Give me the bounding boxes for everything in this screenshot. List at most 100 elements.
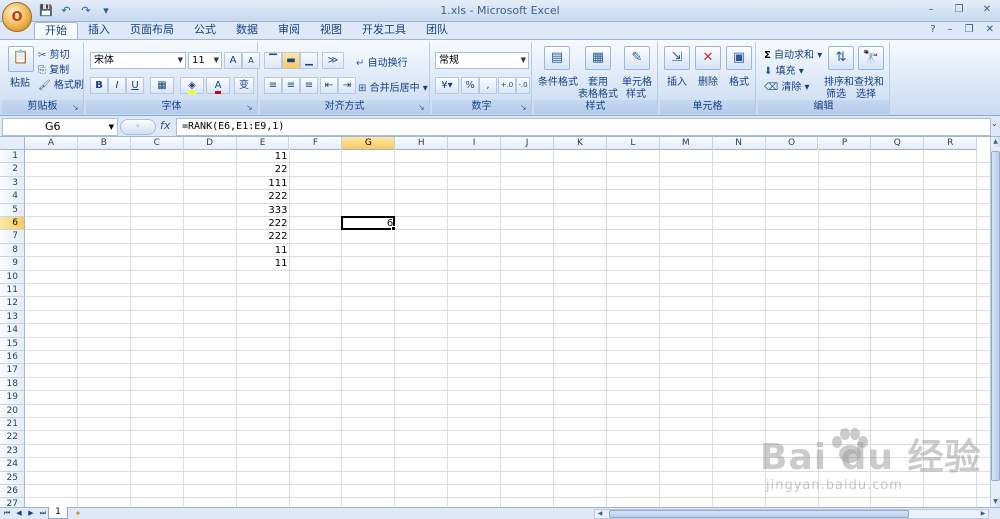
insert-cells-button[interactable]: 插入 bbox=[667, 73, 687, 88]
cell-e7[interactable]: 222 bbox=[237, 230, 290, 243]
vertical-scroll-thumb[interactable] bbox=[991, 151, 1000, 481]
format-painter-button[interactable]: 🖌 格式刷 bbox=[38, 76, 84, 91]
column-header-l[interactable]: L bbox=[606, 137, 660, 150]
scroll-down-icon[interactable]: ▼ bbox=[991, 497, 1000, 507]
row-header-22[interactable]: 22 bbox=[0, 431, 25, 445]
format-cells-icon[interactable]: ▣ bbox=[726, 46, 752, 70]
row-header-7[interactable]: 7 bbox=[0, 230, 25, 244]
cell-e6[interactable]: 222 bbox=[237, 217, 290, 230]
scroll-up-icon[interactable]: ▲ bbox=[991, 137, 1000, 147]
column-header-q[interactable]: Q bbox=[871, 137, 925, 150]
borders-button[interactable]: ▦ bbox=[150, 77, 174, 94]
row-header-12[interactable]: 12 bbox=[0, 297, 25, 311]
delete-cells-button[interactable]: 删除 bbox=[698, 73, 718, 88]
ribbon-restore-icon[interactable]: ❐ bbox=[965, 24, 974, 35]
scroll-right-icon[interactable]: ▶ bbox=[978, 510, 988, 518]
row-header-17[interactable]: 17 bbox=[0, 364, 25, 378]
column-header-d[interactable]: D bbox=[183, 137, 237, 150]
row-header-18[interactable]: 18 bbox=[0, 377, 25, 392]
align-bottom-button[interactable]: ▁ bbox=[300, 52, 318, 69]
row-header-5[interactable]: 5 bbox=[0, 203, 25, 217]
row-header-14[interactable]: 14 bbox=[0, 324, 25, 338]
scroll-left-icon[interactable]: ◀ bbox=[595, 510, 605, 518]
clear-button[interactable]: ⌫ 清除 ▾ bbox=[764, 78, 810, 93]
align-left-button[interactable]: ≡ bbox=[264, 77, 282, 94]
row-header-1[interactable]: 1 bbox=[0, 150, 25, 164]
decrease-indent-button[interactable]: ⇤ bbox=[320, 77, 338, 94]
fill-color-button[interactable]: ◈ bbox=[180, 77, 204, 94]
decrease-decimal-button[interactable]: -.0 bbox=[516, 77, 530, 94]
column-header-k[interactable]: K bbox=[554, 137, 607, 150]
tab-team[interactable]: 团队 bbox=[416, 22, 458, 39]
bold-button[interactable]: B bbox=[90, 77, 108, 94]
last-sheet-icon[interactable]: ⏭ bbox=[38, 508, 48, 519]
align-top-button[interactable]: ▔ bbox=[264, 52, 282, 69]
orientation-button[interactable]: ≫ bbox=[322, 52, 344, 69]
conditional-format-icon[interactable]: ▤ bbox=[544, 46, 570, 70]
phonetic-button[interactable]: 变 bbox=[234, 77, 254, 94]
workbook-close-icon[interactable]: ✕ bbox=[986, 24, 994, 35]
shrink-font-button[interactable]: A bbox=[242, 52, 260, 69]
font-launcher-icon[interactable]: ↘ bbox=[246, 103, 255, 112]
cell-e9[interactable]: 11 bbox=[237, 257, 290, 270]
increase-indent-button[interactable]: ⇥ bbox=[338, 77, 356, 94]
font-size-select[interactable]: 11 ▼ bbox=[188, 52, 222, 69]
row-header-21[interactable]: 21 bbox=[0, 418, 25, 432]
column-header-p[interactable]: P bbox=[818, 137, 872, 150]
row-header-24[interactable]: 24 bbox=[0, 458, 25, 472]
row-header-2[interactable]: 2 bbox=[0, 163, 25, 177]
minimize-icon[interactable]: – bbox=[924, 3, 938, 17]
italic-button[interactable]: I bbox=[108, 77, 126, 94]
wrap-text-button[interactable]: ↵ 自动换行 bbox=[356, 54, 408, 69]
select-all-corner[interactable] bbox=[0, 137, 25, 150]
cell-e1[interactable]: 11 bbox=[237, 150, 290, 163]
column-header-f[interactable]: F bbox=[289, 137, 343, 150]
column-header-m[interactable]: M bbox=[659, 137, 713, 150]
paste-button[interactable]: 粘贴 bbox=[10, 74, 30, 89]
column-header-j[interactable]: J bbox=[501, 137, 554, 150]
column-header-c[interactable]: C bbox=[130, 137, 184, 150]
name-box[interactable]: G6 ▼ bbox=[2, 118, 118, 136]
cell-e4[interactable]: 222 bbox=[237, 190, 290, 203]
column-header-i[interactable]: I bbox=[448, 137, 502, 150]
cell-e3[interactable]: 111 bbox=[237, 177, 290, 190]
expand-formula-icon[interactable]: ⌄ bbox=[991, 119, 999, 128]
copy-button[interactable]: ⎘ 复制 bbox=[38, 61, 69, 76]
format-cells-button[interactable]: 格式 bbox=[729, 73, 749, 88]
vertical-scrollbar[interactable]: ▲ ▼ bbox=[990, 137, 1000, 507]
row-header-8[interactable]: 8 bbox=[0, 243, 25, 258]
cell-e2[interactable]: 22 bbox=[237, 163, 290, 176]
paste-icon[interactable]: 📋 bbox=[8, 46, 34, 72]
tab-page-layout[interactable]: 页面布局 bbox=[120, 22, 184, 39]
find-select-icon[interactable]: 🔭 bbox=[858, 46, 884, 70]
office-button[interactable]: O bbox=[2, 2, 32, 32]
row-header-23[interactable]: 23 bbox=[0, 444, 25, 459]
row-header-16[interactable]: 16 bbox=[0, 351, 25, 365]
row-header-19[interactable]: 19 bbox=[0, 391, 25, 405]
row-header-25[interactable]: 25 bbox=[0, 471, 25, 485]
row-header-27[interactable]: 27 bbox=[0, 498, 25, 507]
tab-data[interactable]: 数据 bbox=[226, 22, 268, 39]
comma-button[interactable]: , bbox=[479, 77, 497, 94]
font-name-select[interactable]: 宋体 ▼ bbox=[90, 52, 186, 69]
sheet-tab-1[interactable]: 1 bbox=[48, 507, 68, 519]
horizontal-scrollbar[interactable]: ◀ ▶ bbox=[594, 509, 989, 519]
font-color-button[interactable]: A bbox=[206, 77, 230, 94]
number-format-select[interactable]: 常规 ▼ bbox=[435, 52, 529, 69]
formula-input[interactable]: =RANK(E6,E1:E9,1) bbox=[176, 118, 991, 136]
row-header-20[interactable]: 20 bbox=[0, 404, 25, 418]
row-header-9[interactable]: 9 bbox=[0, 257, 25, 271]
cell-styles-button[interactable]: 样式 bbox=[626, 85, 646, 100]
insert-function-icon[interactable]: fx bbox=[160, 119, 170, 132]
prev-sheet-icon[interactable]: ◀ bbox=[14, 508, 24, 519]
close-icon[interactable]: ✕ bbox=[980, 3, 994, 17]
table-format-button[interactable]: 表格格式 bbox=[578, 85, 618, 100]
first-sheet-icon[interactable]: ⏮ bbox=[2, 508, 12, 519]
conditional-format-button[interactable]: 条件格式 bbox=[538, 73, 578, 88]
formula-cancel-enter[interactable]: ◦ bbox=[120, 119, 156, 135]
insert-cells-icon[interactable]: ⇲ bbox=[664, 46, 690, 70]
sort-filter-button[interactable]: 筛选 bbox=[826, 85, 846, 100]
row-header-4[interactable]: 4 bbox=[0, 190, 25, 204]
number-launcher-icon[interactable]: ↘ bbox=[520, 103, 529, 112]
sort-filter-icon[interactable]: ⇅ bbox=[828, 46, 854, 70]
